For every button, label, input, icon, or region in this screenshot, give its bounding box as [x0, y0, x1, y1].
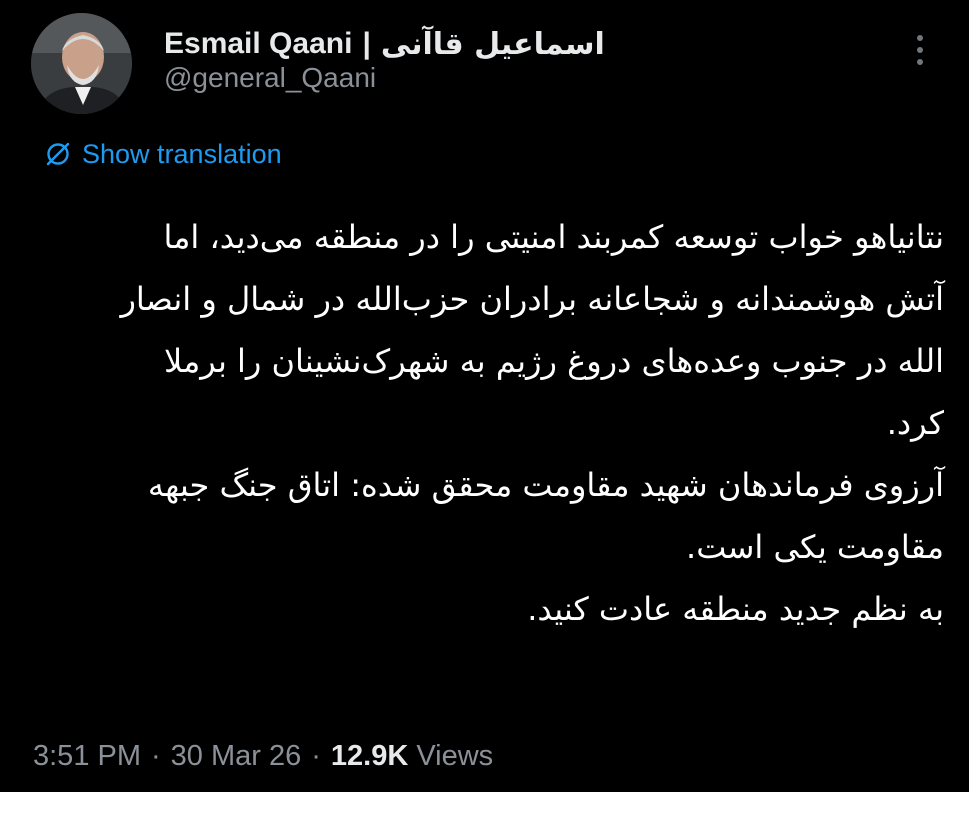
tweet-text: نتانیاهو خواب توسعه کمربند امنیتی را در …: [30, 206, 944, 640]
views-label: Views: [416, 739, 494, 772]
tweet-paragraph: نتانیاهو خواب توسعه کمربند امنیتی را در …: [120, 218, 944, 442]
globe-slash-icon: [46, 142, 70, 166]
show-translation-button[interactable]: Show translation: [44, 136, 282, 172]
display-name-row[interactable]: Esmail Qaani | اسماعیل قاآنی: [164, 24, 605, 64]
more-options-button[interactable]: [900, 28, 940, 72]
user-handle[interactable]: @general_Qaani: [164, 62, 376, 94]
name-separator: |: [362, 27, 371, 60]
tweet-metadata: 3:51 PM · 30 Mar 26 · 12.9K Views: [33, 736, 493, 776]
more-vertical-icon: [917, 59, 923, 65]
tweet-paragraph: آرزوی فرماندهان شهید مقاومت محقق شده: ات…: [147, 466, 944, 566]
more-vertical-icon: [917, 47, 923, 53]
tweet-date[interactable]: 30 Mar 26: [171, 740, 302, 773]
tweet-time[interactable]: 3:51 PM: [33, 740, 141, 773]
avatar[interactable]: [31, 13, 132, 114]
avatar-image: [31, 13, 132, 114]
show-translation-label[interactable]: Show translation: [82, 139, 282, 170]
meta-separator: ·: [311, 739, 321, 772]
display-name-persian[interactable]: اسماعیل قاآنی: [381, 27, 605, 62]
tweet-card: Esmail Qaani | اسماعیل قاآنی @general_Qa…: [0, 0, 969, 792]
tweet-paragraph: به نظم جدید منطقه عادت کنید.: [527, 590, 944, 628]
views-count[interactable]: 12.9K: [331, 740, 408, 773]
more-vertical-icon: [917, 35, 923, 41]
meta-separator: ·: [151, 739, 161, 772]
display-name[interactable]: Esmail Qaani: [164, 27, 352, 61]
